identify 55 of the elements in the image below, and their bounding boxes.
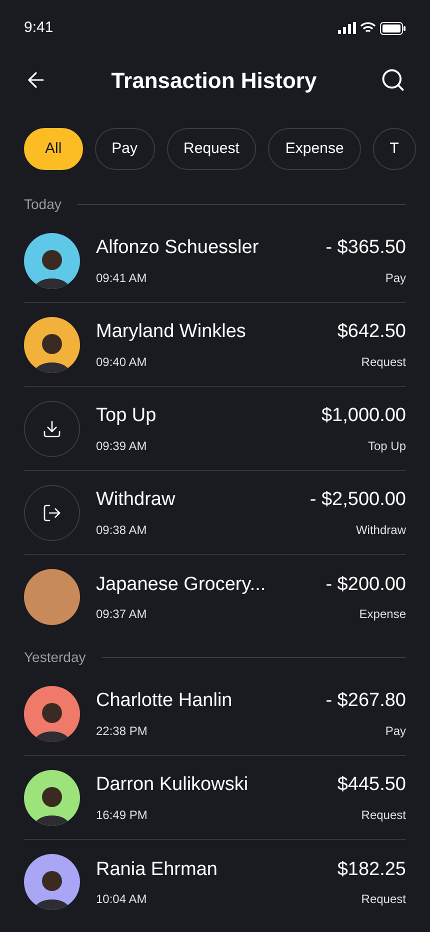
transaction-amount: - $365.50 <box>326 236 406 260</box>
battery-icon <box>380 22 406 34</box>
transaction-name: Japanese Grocery... <box>96 572 266 597</box>
transaction-name: Maryland Winkles <box>96 320 246 344</box>
page-title: Transaction History <box>111 66 317 95</box>
wifi-icon <box>360 22 376 34</box>
transaction-name: Withdraw <box>96 488 176 512</box>
section-label: Today <box>24 195 62 214</box>
search-button[interactable] <box>380 67 406 93</box>
transaction-row[interactable]: Rania Ehrman $182.25 10:04 AM Request <box>24 840 406 924</box>
transaction-type: Request <box>361 354 406 371</box>
transaction-name: Darron Kulikowski <box>96 773 248 798</box>
filter-chip[interactable]: Request <box>166 128 256 170</box>
transaction-time: 09:38 AM <box>96 522 147 539</box>
download-icon <box>42 418 62 438</box>
transaction-time: 09:39 AM <box>96 438 147 455</box>
transaction-type: Request <box>361 891 406 908</box>
transaction-type: Expense <box>359 606 406 624</box>
transaction-time: 09:37 AM <box>96 606 147 624</box>
signal-icon <box>338 22 356 34</box>
exit-icon <box>42 502 62 522</box>
transaction-time: 09:41 AM <box>96 270 147 287</box>
transaction-amount: $182.25 <box>337 858 406 882</box>
transaction-row[interactable]: Alfonzo Schuessler - $365.50 09:41 AM Pay <box>24 219 406 303</box>
transaction-amount: $445.50 <box>337 773 406 798</box>
transaction-time: 16:49 PM <box>96 806 148 824</box>
transaction-row[interactable]: Japanese Grocery... - $200.00 09:37 AM Expense <box>24 555 406 639</box>
transaction-row[interactable]: Maryland Winkles $642.50 09:40 AM Request <box>24 303 406 387</box>
transaction-row[interactable]: Top Up $1,000.00 09:39 AM Top Up <box>24 387 406 471</box>
transaction-type: Request <box>361 806 406 824</box>
transaction-row[interactable]: Withdraw - $2,500.00 09:38 AM Withdraw <box>24 471 406 555</box>
transaction-amount: - $267.80 <box>326 689 406 714</box>
status-time: 9:41 <box>24 18 54 38</box>
filter-chip[interactable]: Pay <box>94 128 155 170</box>
transaction-time: 22:38 PM <box>96 722 148 740</box>
filter-chip[interactable]: All <box>24 128 83 170</box>
transaction-time: 10:04 AM <box>96 891 147 908</box>
transaction-time: 09:40 AM <box>96 354 147 371</box>
transaction-amount: $1,000.00 <box>321 404 406 428</box>
section-label: Yesterday <box>24 648 86 667</box>
transaction-name: Top Up <box>96 404 156 428</box>
transaction-name: Rania Ehrman <box>96 858 218 882</box>
transaction-amount: $642.50 <box>337 320 406 344</box>
filter-chip[interactable]: T <box>372 128 416 170</box>
transaction-name: Alfonzo Schuessler <box>96 236 259 260</box>
transaction-type: Pay <box>385 722 406 740</box>
transaction-type: Withdraw <box>356 522 406 539</box>
transaction-amount: - $200.00 <box>326 572 406 597</box>
filter-chip[interactable]: Expense <box>268 128 361 170</box>
transaction-row[interactable]: Charlotte Hanlin - $267.80 22:38 PM Pay <box>24 672 406 756</box>
transaction-name: Charlotte Hanlin <box>96 689 232 714</box>
transaction-row[interactable]: Darron Kulikowski $445.50 16:49 PM Request <box>24 756 406 840</box>
transaction-type: Top Up <box>368 438 406 455</box>
transaction-amount: - $2,500.00 <box>310 488 406 512</box>
transaction-type: Pay <box>385 270 406 287</box>
